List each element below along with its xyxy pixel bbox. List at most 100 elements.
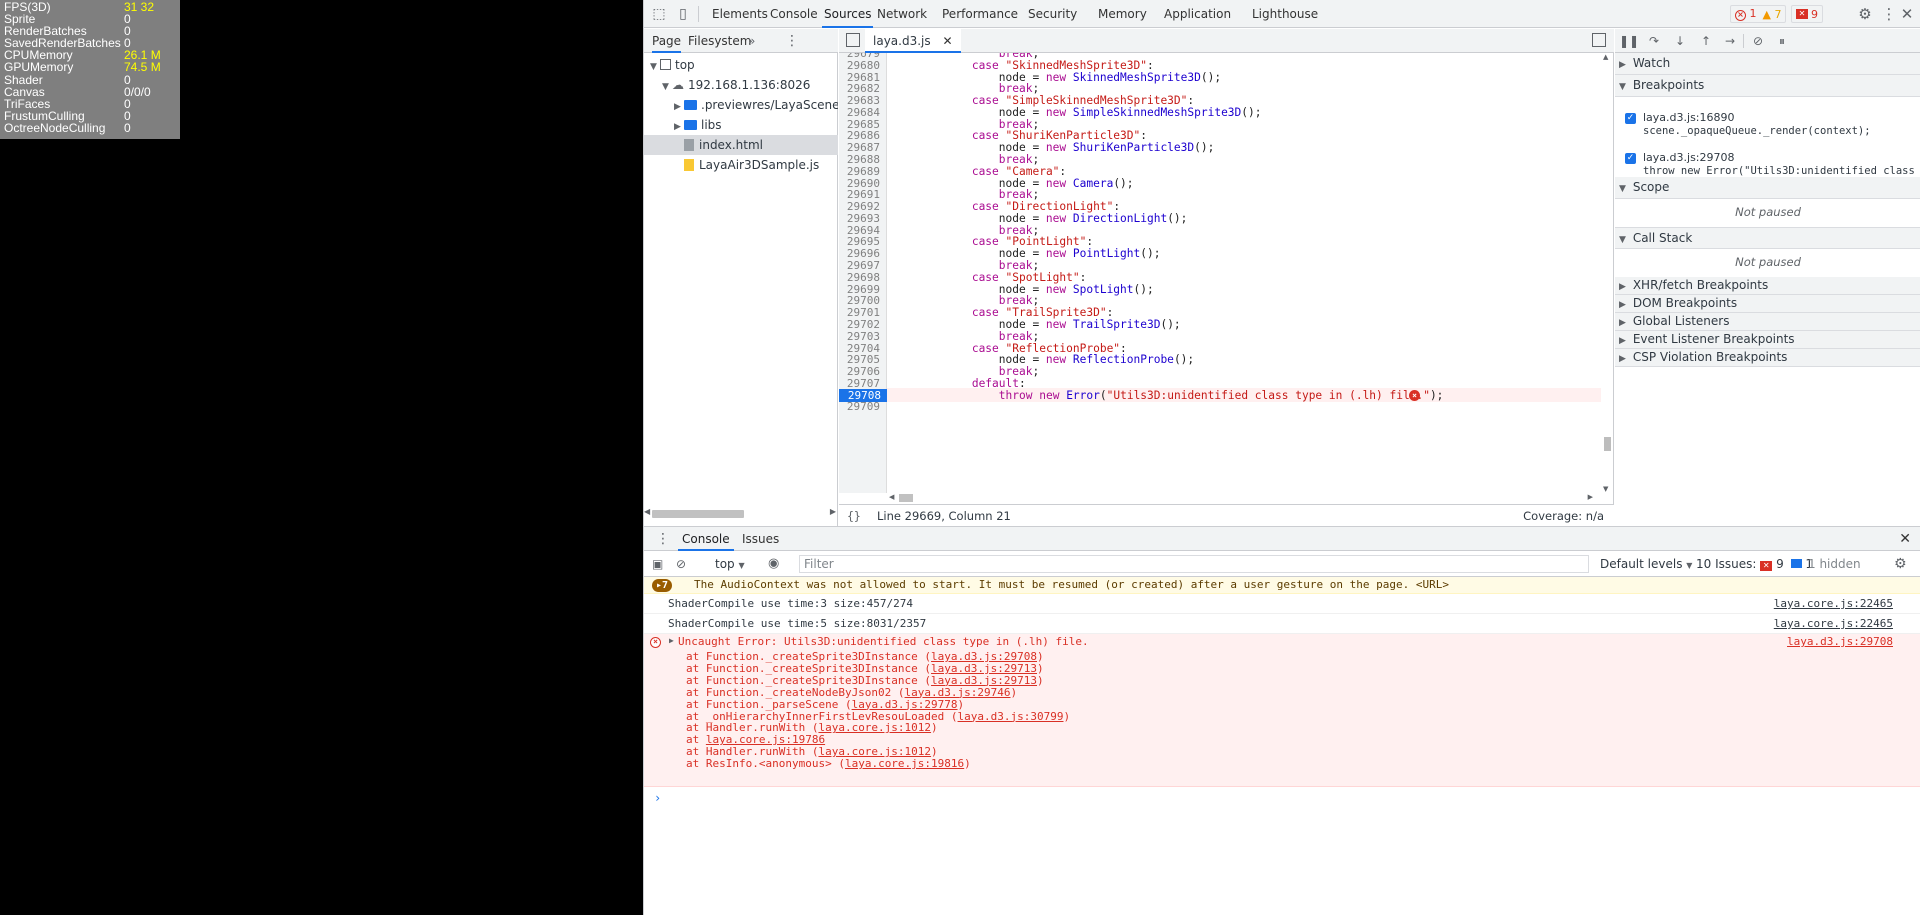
more-tabs-chevron-icon[interactable]: »: [748, 29, 755, 53]
log-source-link[interactable]: laya.core.js:22465: [1774, 614, 1893, 633]
more-options-icon[interactable]: ⋮: [1880, 5, 1898, 23]
tab-security[interactable]: Security: [1026, 0, 1079, 28]
context-selector[interactable]: top ▼: [715, 551, 745, 577]
line-number[interactable]: 29709: [847, 400, 880, 413]
navigator-menu-icon[interactable]: ⋮: [785, 29, 799, 53]
scroll-right-icon[interactable]: ▶: [1588, 493, 1593, 501]
console-log-message[interactable]: ShaderCompile use time:5 size:8031/2357 …: [644, 614, 1920, 634]
tab-application[interactable]: Application: [1162, 0, 1233, 28]
inline-error-icon[interactable]: ×: [1409, 389, 1420, 401]
scroll-left-icon[interactable]: ◀: [889, 493, 894, 501]
collapsed-arrow-icon[interactable]: ▶: [674, 117, 684, 135]
section-call-stack[interactable]: ▼ Call Stack: [1615, 227, 1920, 249]
expand-arrow-icon[interactable]: ▶: [669, 636, 674, 645]
breakpoint-checkbox[interactable]: ✓: [1625, 113, 1636, 124]
show-sidebar-icon[interactable]: ▣: [652, 551, 663, 577]
close-devtools-icon[interactable]: ✕: [1898, 5, 1916, 23]
section-dom-breakpoints[interactable]: ▶ DOM Breakpoints: [1615, 295, 1920, 313]
filter-input[interactable]: Filter: [799, 555, 1589, 573]
scroll-up-icon[interactable]: ▲: [1603, 53, 1608, 61]
tab-sources[interactable]: Sources: [822, 0, 874, 28]
error-source-link[interactable]: laya.d3.js:29708: [1787, 635, 1893, 648]
tree-item[interactable]: ▼ top: [644, 55, 838, 75]
tab-lighthouse[interactable]: Lighthouse: [1250, 0, 1320, 28]
section-global-listeners[interactable]: ▶ Global Listeners: [1615, 313, 1920, 331]
editor-vertical-scrollbar[interactable]: ▲ ▼: [1601, 53, 1614, 493]
error-warning-counter[interactable]: × 1 ▲ 7: [1730, 5, 1787, 23]
pause-icon[interactable]: ❚❚: [1619, 32, 1639, 50]
section-csp-violation-breakpoints[interactable]: ▶ CSP Violation Breakpoints: [1615, 349, 1920, 367]
navigator-horizontal-scrollbar[interactable]: ◀ ▶: [644, 506, 838, 520]
section-breakpoints[interactable]: ▼ Breakpoints: [1615, 75, 1920, 97]
game-canvas[interactable]: FPS(3D) 31 32 Sprite 0 RenderBatches 0 SavedRe…: [0, 0, 643, 915]
console-settings-gear-icon[interactable]: ⚙: [1894, 551, 1907, 577]
step-icon[interactable]: →: [1721, 32, 1739, 50]
scroll-left-icon[interactable]: ◀: [644, 507, 650, 516]
scrollbar-thumb[interactable]: [652, 510, 744, 518]
console-log-message[interactable]: ShaderCompile use time:3 size:457/274 la…: [644, 594, 1920, 614]
tab-performance[interactable]: Performance: [940, 0, 1020, 28]
tab-filesystem[interactable]: Filesystem: [688, 29, 751, 53]
section-watch[interactable]: ▶ Watch: [1615, 53, 1920, 75]
expanded-arrow-icon[interactable]: ▼: [650, 57, 660, 75]
close-tab-icon[interactable]: ✕: [942, 34, 952, 48]
stack-frame-link[interactable]: laya.d3.js:30799: [958, 710, 1064, 723]
settings-gear-icon[interactable]: ⚙: [1856, 5, 1874, 23]
tab-page[interactable]: Page: [652, 29, 682, 53]
scroll-right-icon[interactable]: ▶: [830, 507, 836, 516]
tab-console[interactable]: Console: [678, 527, 734, 551]
deactivate-breakpoints-icon[interactable]: ⊘: [1749, 32, 1767, 50]
expanded-arrow-icon[interactable]: ▼: [662, 77, 672, 95]
code-view[interactable]: 29679 29680 29681 29682 29683 29684 29685 29686…: [839, 53, 1601, 493]
console-warning-message[interactable]: ▸7 The AudioContext was not allowed to s…: [644, 577, 1920, 594]
tree-item[interactable]: ▶ .previewres/LayaScene_01: [644, 95, 838, 115]
step-over-icon[interactable]: ↷: [1645, 32, 1663, 50]
tab-network[interactable]: Network: [875, 0, 929, 28]
issues-counter[interactable]: ✕ 9: [1791, 5, 1823, 23]
tab-elements[interactable]: Elements: [710, 0, 770, 28]
section-event-listener-breakpoints[interactable]: ▶ Event Listener Breakpoints: [1615, 331, 1920, 349]
tab-memory[interactable]: Memory: [1096, 0, 1149, 28]
log-source-link[interactable]: laya.core.js:22465: [1774, 594, 1893, 613]
scroll-down-icon[interactable]: ▼: [1603, 485, 1608, 493]
issues-button[interactable]: 10 Issues: ✕ 9 1: [1696, 551, 1813, 577]
pretty-print-icon[interactable]: {}: [847, 505, 861, 527]
tree-item[interactable]: ▶ libs: [644, 115, 838, 135]
line-number-gutter[interactable]: 29679 29680 29681 29682 29683 29684 29685 29686…: [839, 53, 887, 493]
tree-item[interactable]: ▼ ☁ 192.168.1.136:8026: [644, 75, 838, 95]
tree-item[interactable]: LayaAir3DSample.js: [644, 155, 838, 175]
drawer-menu-icon[interactable]: ⋮: [656, 527, 670, 551]
live-expression-eye-icon[interactable]: ◉: [768, 551, 779, 577]
section-scope[interactable]: ▼ Scope: [1615, 177, 1920, 199]
tab-issues[interactable]: Issues: [742, 527, 779, 551]
section-xhr-fetch-breakpoints[interactable]: ▶ XHR/fetch Breakpoints: [1615, 277, 1920, 295]
file-tab[interactable]: laya.d3.js ✕: [865, 29, 961, 53]
stat-value: 74.5 M: [124, 60, 161, 75]
device-toolbar-icon[interactable]: ▯: [674, 5, 692, 23]
clear-console-icon[interactable]: ⊘: [676, 551, 686, 577]
expanded-arrow-icon: ▼: [1619, 184, 1626, 194]
frame-icon: [660, 59, 671, 70]
inspect-element-icon[interactable]: ⬚: [650, 5, 668, 23]
editor-horizontal-scrollbar[interactable]: ◀ ▶: [887, 492, 1601, 504]
tab-console[interactable]: Console: [768, 0, 820, 28]
breakpoint-checkbox[interactable]: ✓: [1625, 153, 1636, 164]
console-prompt-chevron-icon[interactable]: ›: [654, 791, 661, 805]
close-drawer-icon[interactable]: ✕: [1899, 527, 1911, 551]
toggle-navigator-icon[interactable]: [846, 33, 860, 47]
tree-item-label: top: [675, 58, 695, 72]
log-levels-dropdown[interactable]: Default levels ▼: [1600, 551, 1692, 577]
console-error-message[interactable]: × ▶ Uncaught Error: Utils3D:unidentified…: [644, 634, 1920, 787]
collapsed-arrow-icon[interactable]: ▶: [674, 97, 684, 115]
scrollbar-thumb[interactable]: [1604, 437, 1611, 451]
step-out-icon[interactable]: ↑: [1697, 32, 1715, 50]
toggle-debugger-icon[interactable]: [1592, 33, 1606, 47]
stack-frame-link[interactable]: laya.core.js:19816: [845, 757, 964, 770]
pause-on-exceptions-icon[interactable]: ⏸: [1773, 32, 1791, 50]
tree-item[interactable]: index.html: [644, 135, 838, 155]
step-into-icon[interactable]: ↓: [1671, 32, 1689, 50]
breakpoint-item[interactable]: ✓ laya.d3.js:16890 scene._opaqueQueue._ren…: [1615, 108, 1920, 142]
stack-frame-link[interactable]: laya.core.js:1012: [818, 721, 931, 734]
section-call-stack-label: Call Stack: [1632, 231, 1693, 245]
scrollbar-thumb[interactable]: [899, 494, 913, 502]
